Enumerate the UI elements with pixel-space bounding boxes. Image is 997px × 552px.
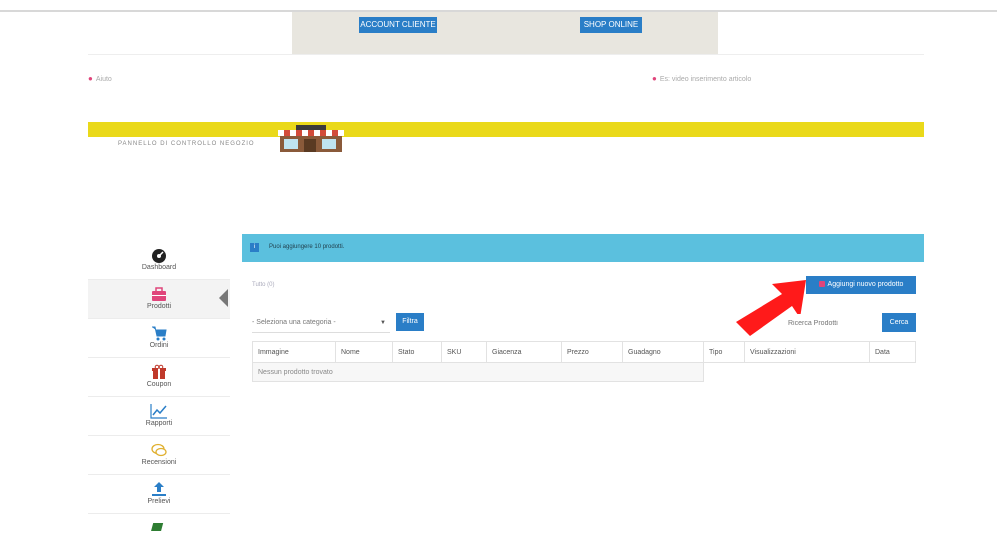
table-header[interactable]: SKU xyxy=(441,341,487,363)
yellow-banner xyxy=(88,122,924,137)
sidebar-label-recensioni: Recensioni xyxy=(141,459,177,466)
filter-button[interactable]: Filtra xyxy=(396,313,424,331)
table-header[interactable]: Prezzo xyxy=(561,341,623,363)
table-header[interactable]: Giacenza xyxy=(486,341,562,363)
active-indicator-arrow xyxy=(219,289,228,307)
dashboard-icon xyxy=(152,249,166,263)
sidebar-label-prodotti: Prodotti xyxy=(146,303,172,310)
alert-text: Puoi aggiungere 10 prodotti. xyxy=(269,244,345,250)
empty-table-message: Nessun prodotto trovato xyxy=(252,362,704,382)
search-input[interactable] xyxy=(786,314,882,334)
top-header-box xyxy=(292,12,718,54)
plus-icon xyxy=(818,281,825,288)
category-select-value: - Seleziona una categoria - xyxy=(252,319,336,326)
aiuto-link-text: Aiuto xyxy=(95,76,112,83)
settings-icon xyxy=(151,523,164,531)
panel-label: PANNELLO DI CONTROLLO NEGOZIO xyxy=(118,141,255,147)
video-link[interactable]: ● Es: video inserimento articolo xyxy=(652,74,751,83)
aiuto-link[interactable]: ● Aiuto xyxy=(88,74,112,83)
sidebar-item-rapporti[interactable]: Rapporti xyxy=(88,397,230,436)
products-table: Immagine Nome Stato SKU Giacenza Prezzo … xyxy=(252,341,916,382)
sidebar-item-ordini[interactable]: Ordini xyxy=(88,319,230,358)
sidebar-item-dashboard[interactable]: Dashboard xyxy=(88,241,230,280)
account-cliente-button[interactable]: ACCOUNT CLIENTE xyxy=(359,17,437,33)
sidebar-item-prodotti[interactable]: Prodotti xyxy=(88,280,230,319)
sidebar-item-prelievi[interactable]: Prelievi xyxy=(88,475,230,514)
info-alert: i Puoi aggiungere 10 prodotti. xyxy=(242,234,924,262)
sidebar-label-dashboard: Dashboard xyxy=(141,264,177,271)
sidebar-label-ordini: Ordini xyxy=(149,342,169,349)
sidebar-item-more[interactable] xyxy=(88,514,230,552)
table-header-row: Immagine Nome Stato SKU Giacenza Prezzo … xyxy=(252,341,916,363)
bullet-icon: ● xyxy=(652,74,657,83)
table-row: Nessun prodotto trovato xyxy=(252,362,916,382)
sidebar-label-prelievi: Prelievi xyxy=(147,498,171,505)
sidebar-label-coupon: Coupon xyxy=(146,381,172,388)
table-header[interactable]: Visualizzazioni xyxy=(744,341,870,363)
shop-online-button[interactable]: SHOP ONLINE xyxy=(580,17,642,33)
empty-cell xyxy=(703,362,916,382)
add-product-button[interactable]: Aggiungi nuovo prodotto xyxy=(806,276,916,294)
header-divider xyxy=(88,54,924,55)
bullet-icon: ● xyxy=(88,74,93,83)
table-header[interactable]: Tipo xyxy=(703,341,745,363)
upload-icon xyxy=(152,482,166,496)
shop-logo-icon xyxy=(278,125,344,152)
table-header[interactable]: Nome xyxy=(335,341,393,363)
sidebar-item-coupon[interactable]: Coupon xyxy=(88,358,230,397)
sidebar: Dashboard Prodotti Ordini Coupon Rapport… xyxy=(88,241,230,552)
briefcase-icon xyxy=(152,287,166,301)
table-header[interactable]: Guadagno xyxy=(622,341,704,363)
table-header[interactable]: Data xyxy=(869,341,916,363)
comments-icon xyxy=(151,443,167,457)
chart-icon xyxy=(150,404,167,419)
dropdown-arrow-icon: ▼ xyxy=(380,320,386,326)
table-header[interactable]: Stato xyxy=(392,341,442,363)
info-icon: i xyxy=(250,243,259,252)
category-select[interactable]: - Seleziona una categoria - ▼ xyxy=(252,314,390,333)
gift-icon xyxy=(152,364,166,379)
video-link-text: Es: video inserimento articolo xyxy=(659,76,752,83)
sidebar-item-recensioni[interactable]: Recensioni xyxy=(88,436,230,475)
table-header[interactable]: Immagine xyxy=(252,341,336,363)
search-button[interactable]: Cerca xyxy=(882,313,916,332)
add-product-label: Aggiungi nuovo prodotto xyxy=(827,281,904,288)
filter-tab-all[interactable]: Tutto (0) xyxy=(252,282,274,288)
cart-icon xyxy=(152,326,167,341)
sidebar-label-rapporti: Rapporti xyxy=(145,420,173,427)
